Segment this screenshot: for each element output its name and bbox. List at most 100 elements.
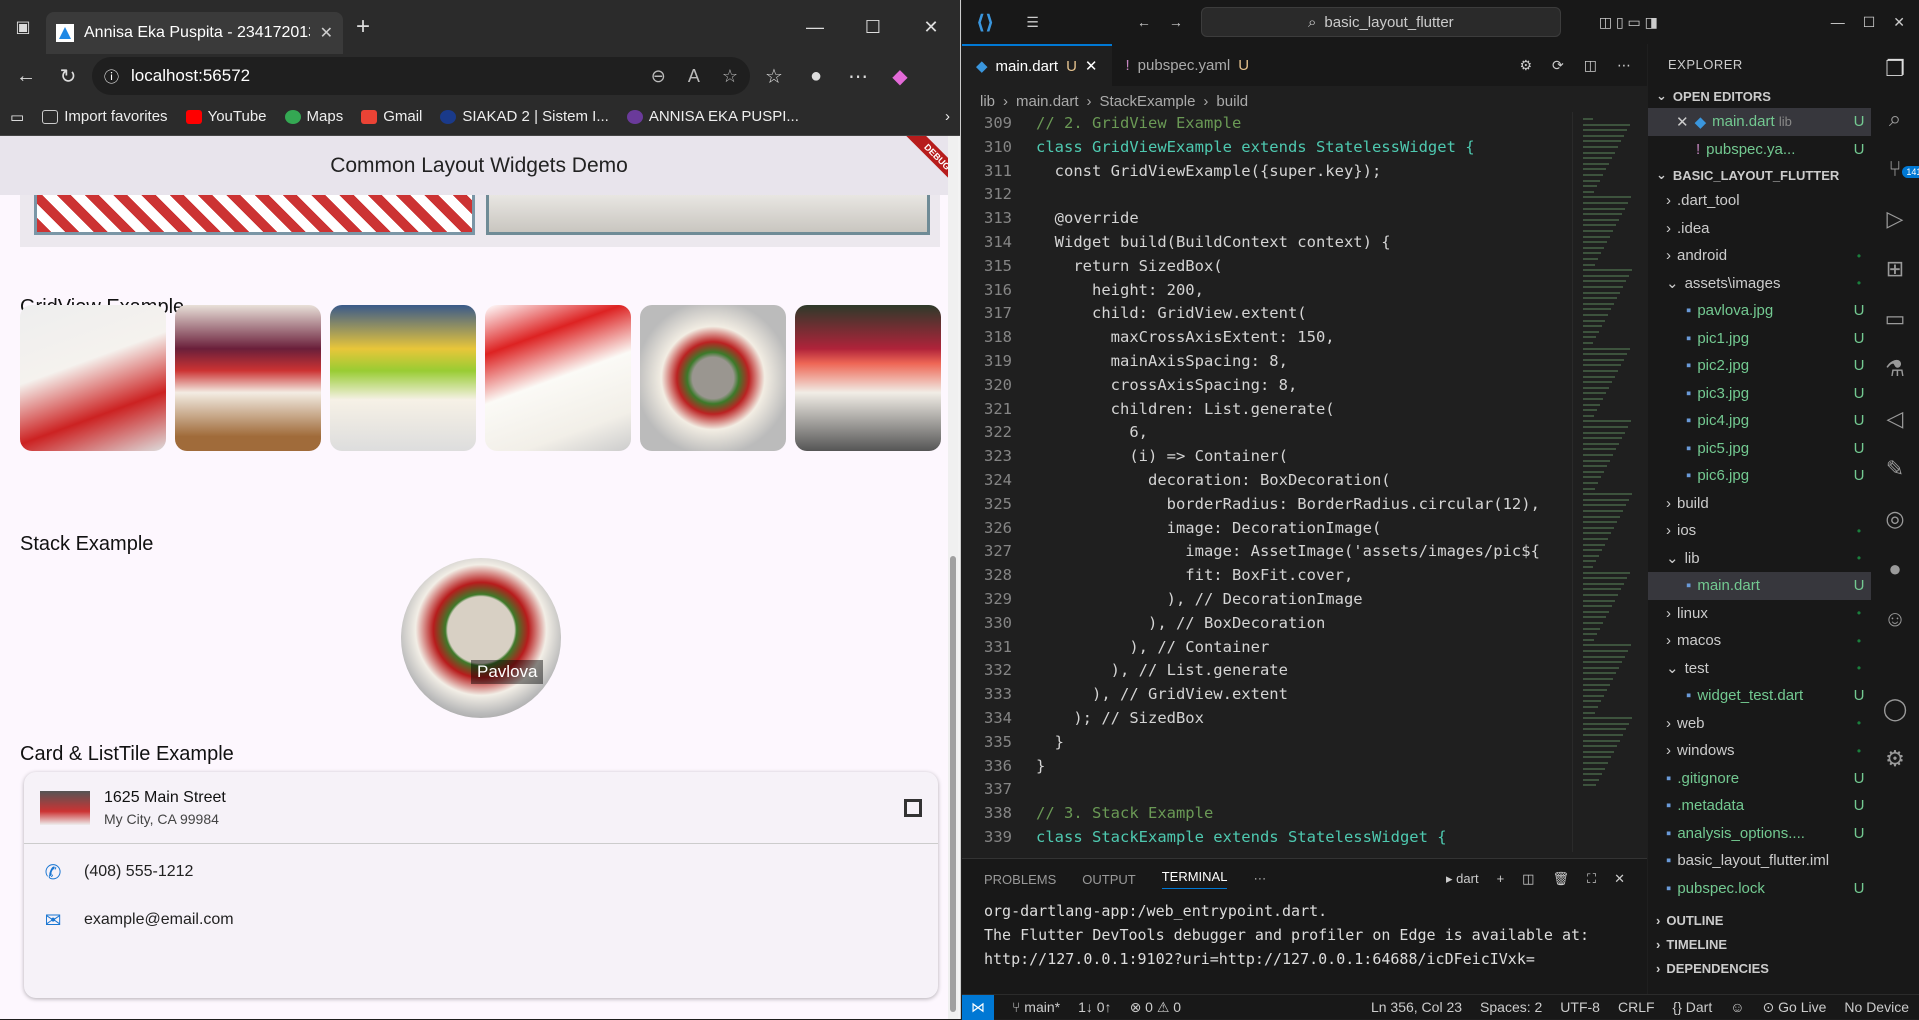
- tab-actions-icon[interactable]: ▣: [0, 0, 46, 54]
- refresh-icon[interactable]: ↻: [50, 64, 86, 89]
- code-line[interactable]: 317 child: GridView.extent(: [962, 302, 1572, 326]
- code-line[interactable]: 323 (i) => Container(: [962, 445, 1572, 469]
- read-aloud-icon[interactable]: A: [688, 66, 700, 87]
- timeline-section[interactable]: › TIMELINE: [1648, 932, 1871, 956]
- close-window-icon[interactable]: ✕: [902, 17, 960, 38]
- code-line[interactable]: 331 ), // Container: [962, 636, 1572, 660]
- file-item[interactable]: ▪ pubspec.lock U: [1648, 875, 1871, 903]
- code-line[interactable]: 311 const GridViewExample({super.key});: [962, 160, 1572, 184]
- project-section[interactable]: ⌄ BASIC_LAYOUT_FLUTTER: [1648, 163, 1871, 187]
- cursor-position[interactable]: Ln 356, Col 23: [1371, 999, 1462, 1015]
- close-window-icon[interactable]: ✕: [1893, 14, 1905, 31]
- testing-icon[interactable]: ⚗: [1885, 356, 1905, 382]
- remote-explorer-icon[interactable]: ▭: [1885, 306, 1906, 332]
- file-item[interactable]: ▪ pic1.jpg U: [1648, 325, 1871, 353]
- code-line[interactable]: 333 ), // GridView.extent: [962, 683, 1572, 707]
- breadcrumb-item[interactable]: build: [1216, 93, 1248, 110]
- command-search[interactable]: ⌕ basic_layout_flutter: [1200, 7, 1561, 37]
- folder-item[interactable]: › build: [1648, 490, 1871, 518]
- maximize-panel-icon[interactable]: ⛶: [1587, 871, 1596, 887]
- close-tab-icon[interactable]: ✕: [1085, 57, 1098, 75]
- copilot-status-icon[interactable]: ☺: [1730, 999, 1744, 1015]
- code-line[interactable]: 327 image: AssetImage('assets/images/pic…: [962, 540, 1572, 564]
- search-icon[interactable]: ⌕: [1889, 106, 1901, 132]
- edit-icon[interactable]: ✎: [1886, 456, 1904, 482]
- folder-item[interactable]: › android •: [1648, 242, 1871, 270]
- run-icon[interactable]: ⚙: [1519, 57, 1532, 74]
- code-line[interactable]: 312: [962, 183, 1572, 207]
- tab-pubspec[interactable]: ! pubspec.yaml U: [1112, 44, 1264, 86]
- code-line[interactable]: 338 // 3. Stack Example: [962, 802, 1572, 826]
- more-icon[interactable]: ⋯: [840, 64, 876, 89]
- dependencies-section[interactable]: › DEPENDENCIES: [1648, 956, 1871, 980]
- chevron-right-icon[interactable]: ›: [945, 108, 950, 125]
- terminal-shell[interactable]: ▸ dart: [1446, 871, 1479, 887]
- code-line[interactable]: 339 class StackExample extends StatelessW…: [962, 826, 1572, 850]
- indent-status[interactable]: Spaces: 2: [1480, 999, 1542, 1015]
- branch-status[interactable]: ⑂ main*: [1012, 999, 1060, 1015]
- profile-avatar[interactable]: ●: [798, 65, 834, 88]
- folder-item[interactable]: › ios •: [1648, 517, 1871, 545]
- extensions-icon[interactable]: ⊞: [1886, 256, 1904, 282]
- tab-main-dart[interactable]: ◆ main.dart U ✕: [962, 44, 1112, 86]
- page-scrollbar[interactable]: [948, 136, 958, 1019]
- device-status[interactable]: No Device: [1844, 999, 1909, 1015]
- file-item[interactable]: ▪ analysis_options.... U: [1648, 820, 1871, 848]
- close-icon[interactable]: ✕: [1676, 113, 1689, 131]
- code-line[interactable]: 335 }: [962, 731, 1572, 755]
- close-tab-icon[interactable]: ✕: [320, 23, 333, 43]
- tab-output[interactable]: OUTPUT: [1082, 872, 1135, 887]
- folder-item[interactable]: › macos •: [1648, 627, 1871, 655]
- eol-status[interactable]: CRLF: [1618, 999, 1655, 1015]
- code-line[interactable]: 334 ); // SizedBox: [962, 707, 1572, 731]
- hot-reload-icon[interactable]: ⟳: [1552, 57, 1564, 74]
- back-icon[interactable]: ←: [8, 65, 44, 88]
- account-icon[interactable]: ◯: [1883, 696, 1908, 722]
- open-editors-section[interactable]: ⌄ OPEN EDITORS: [1648, 84, 1871, 108]
- close-panel-icon[interactable]: ✕: [1614, 871, 1625, 887]
- tab-problems[interactable]: PROBLEMS: [984, 872, 1056, 887]
- maximize-icon[interactable]: ☐: [844, 17, 902, 38]
- file-item[interactable]: ▪ pic3.jpg U: [1648, 380, 1871, 408]
- bookmark-siakad[interactable]: SIAKAD 2 | Sistem I...: [440, 108, 609, 125]
- folder-item[interactable]: › web •: [1648, 710, 1871, 738]
- map-icon[interactable]: [904, 798, 922, 817]
- bookmark-gmail[interactable]: Gmail: [361, 108, 422, 125]
- code-line[interactable]: 326 image: DecorationImage(: [962, 517, 1572, 541]
- maximize-icon[interactable]: ☐: [1863, 14, 1876, 31]
- nav-back-icon[interactable]: ←: [1137, 14, 1151, 30]
- settings-gear-icon[interactable]: ⚙: [1885, 746, 1905, 772]
- code-line[interactable]: 325 borderRadius: BorderRadius.circular(…: [962, 493, 1572, 517]
- url-field[interactable]: ⓘ localhost:56572 ⊖ A ☆: [92, 57, 750, 95]
- browser-tab[interactable]: Annisa Eka Puspita - 2341720131 ✕: [46, 12, 343, 54]
- info-icon[interactable]: ⓘ: [104, 66, 119, 87]
- new-tab-button[interactable]: +: [343, 13, 383, 41]
- collections-icon[interactable]: ▭: [10, 108, 24, 126]
- folder-item[interactable]: ⌄ test •: [1648, 655, 1871, 683]
- code-line[interactable]: 329 ), // DecorationImage: [962, 588, 1572, 612]
- bookmark-youtube[interactable]: YouTube: [185, 108, 267, 125]
- code-line[interactable]: 324 decoration: BoxDecoration(: [962, 469, 1572, 493]
- address-tile[interactable]: 1625 Main Street My City, CA 99984: [24, 772, 938, 844]
- code-line[interactable]: 313 @override: [962, 207, 1572, 231]
- open-editor-main[interactable]: ✕ ◆ main.dart lib U: [1648, 108, 1871, 136]
- scrollbar-thumb[interactable]: [950, 556, 956, 1012]
- golive-status[interactable]: ⊙ Go Live: [1763, 999, 1827, 1016]
- code-line[interactable]: 309 // 2. GridView Example: [962, 112, 1572, 136]
- tab-terminal[interactable]: TERMINAL: [1161, 869, 1228, 889]
- file-item[interactable]: ▪ .gitignore U: [1648, 765, 1871, 793]
- source-control-icon[interactable]: ⑂ 141: [1888, 156, 1919, 182]
- code-line[interactable]: 316 height: 200,: [962, 279, 1572, 303]
- code-line[interactable]: 314 Widget build(BuildContext context) {: [962, 231, 1572, 255]
- folder-item[interactable]: › .idea: [1648, 215, 1871, 243]
- inspect-icon[interactable]: ◎: [1885, 506, 1904, 532]
- trash-icon[interactable]: 🗑: [1552, 871, 1569, 887]
- file-item[interactable]: ▪ basic_layout_flutter.iml: [1648, 847, 1871, 875]
- outline-section[interactable]: › OUTLINE: [1648, 908, 1871, 932]
- file-item[interactable]: ▪ main.dart U: [1648, 572, 1871, 600]
- phone-tile[interactable]: ✆ (408) 555-1212: [24, 848, 938, 896]
- folder-item[interactable]: › .dart_tool: [1648, 187, 1871, 215]
- file-item[interactable]: ▪ pic6.jpg U: [1648, 462, 1871, 490]
- problems-status[interactable]: ⊗ 0 ⚠ 0: [1130, 999, 1182, 1016]
- copilot-icon[interactable]: ☺: [1884, 606, 1906, 632]
